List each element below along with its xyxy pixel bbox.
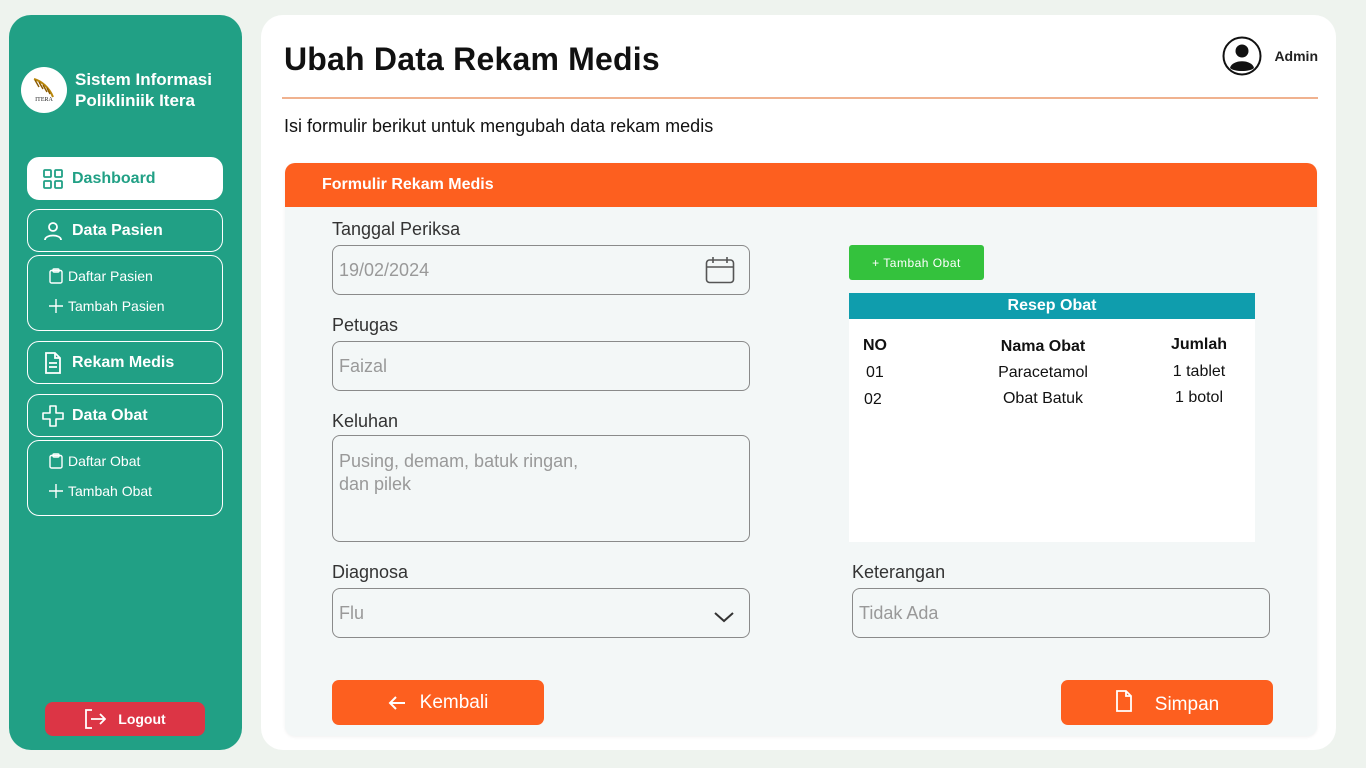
keterangan-value: Tidak Ada [859, 602, 939, 623]
table-row: 02 Obat Batuk 1 botol [849, 389, 1255, 418]
col-nama-obat: Nama Obat [1000, 338, 1086, 355]
user-name: Admin [1274, 48, 1318, 64]
logo-text: ITERA [35, 97, 53, 103]
nav-daftar-obat[interactable]: Daftar Obat [48, 453, 140, 469]
diagnosa-value: Flu [339, 602, 365, 623]
plus-icon [48, 298, 64, 314]
tanggal-value: 19/02/2024 [339, 259, 430, 280]
clipboard-icon [48, 268, 64, 284]
tanggal-label: Tanggal Periksa [332, 219, 461, 239]
keluhan-label: Keluhan [332, 411, 399, 431]
grid-icon [42, 168, 64, 190]
sidebar: ITERA Sistem Informasi Polikliniik Itera… [9, 15, 242, 750]
kembali-button[interactable]: Kembali [332, 680, 544, 725]
logout-icon [84, 709, 107, 729]
petugas-label: Petugas [332, 315, 399, 335]
clipboard-icon [48, 453, 64, 469]
resep-table: Resep Obat NO Nama Obat Jumlah 01 Parace… [849, 293, 1255, 542]
nav-dashboard[interactable]: Dashboard [27, 157, 223, 200]
nav-tambah-pasien[interactable]: Tambah Pasien [48, 298, 165, 314]
avatar-icon [1222, 36, 1262, 76]
brand: ITERA Sistem Informasi Polikliniik Itera [21, 67, 235, 113]
table-row: 01 Paracetamol 1 tablet [849, 363, 1255, 391]
pasien-submenu: Daftar Pasien Tambah Pasien [27, 255, 223, 331]
file-icon [1115, 689, 1133, 712]
diagnosa-select[interactable]: Flu [332, 588, 750, 638]
page-title: Ubah Data Rekam Medis [284, 41, 660, 77]
nav-rekam-medis-label: Rekam Medis [72, 353, 175, 371]
main-panel: Ubah Data Rekam Medis Admin Isi formulir… [261, 15, 1336, 750]
resep-title: Resep Obat [849, 293, 1255, 319]
obat-submenu: Daftar Obat Tambah Obat [27, 440, 223, 516]
form-card: Formulir Rekam Medis Tanggal Periksa 19/… [285, 163, 1317, 736]
brand-title: Sistem Informasi Polikliniik Itera [75, 70, 212, 110]
col-jumlah: Jumlah [1170, 336, 1227, 353]
logout-label: Logout [118, 711, 166, 727]
simpan-label: Simpan [1154, 693, 1220, 715]
tanggal-field[interactable]: 19/02/2024 [332, 245, 750, 295]
arrow-left-icon [388, 695, 406, 711]
table-header-row: NO Nama Obat Jumlah [849, 336, 1255, 364]
header-divider [282, 97, 1318, 99]
nav-tambah-obat[interactable]: Tambah Obat [48, 483, 152, 499]
cell-nama: Paracetamol [998, 364, 1088, 381]
cell-jumlah: 1 tablet [1172, 363, 1226, 380]
nav-daftar-obat-label: Daftar Obat [68, 453, 141, 469]
nav-data-pasien[interactable]: Data Pasien [27, 209, 223, 252]
logout-button[interactable]: Logout [45, 702, 205, 736]
kembali-label: Kembali [419, 691, 489, 713]
col-no: NO [863, 337, 887, 354]
document-icon [42, 351, 64, 374]
nav-daftar-pasien[interactable]: Daftar Pasien [48, 268, 153, 284]
keterangan-field[interactable]: Tidak Ada [852, 588, 1270, 638]
form-header: Formulir Rekam Medis [285, 163, 1317, 207]
medical-cross-icon [42, 404, 64, 427]
nav-rekam-medis[interactable]: Rekam Medis [27, 341, 223, 384]
cell-no: 01 [866, 364, 884, 381]
petugas-value: Faizal [339, 355, 388, 376]
nav-data-obat[interactable]: Data Obat [27, 394, 223, 437]
resep-body: NO Nama Obat Jumlah 01 Paracetamol 1 tab… [849, 336, 1255, 418]
feather-icon [33, 78, 54, 98]
keluhan-textarea[interactable]: Pusing, demam, batuk ringan, dan pilek [332, 435, 750, 542]
nav-daftar-pasien-label: Daftar Pasien [68, 268, 153, 284]
user-menu[interactable]: Admin [1222, 36, 1318, 76]
keterangan-label: Keterangan [852, 562, 946, 582]
plus-icon [48, 483, 64, 499]
nav-data-pasien-label: Data Pasien [72, 221, 163, 239]
page-subtitle: Isi formulir berikut untuk mengubah data… [284, 116, 714, 136]
nav-tambah-pasien-label: Tambah Pasien [68, 298, 165, 314]
nav-tambah-obat-label: Tambah Obat [68, 483, 153, 499]
calendar-icon[interactable] [705, 256, 735, 284]
user-icon [42, 220, 64, 242]
nav-dashboard-label: Dashboard [72, 169, 156, 187]
add-obat-button[interactable]: + Tambah Obat [849, 245, 984, 280]
keluhan-value: Pusing, demam, batuk ringan, dan pilek [339, 451, 579, 494]
cell-no: 02 [864, 391, 882, 408]
cell-jumlah: 1 botol [1174, 389, 1224, 406]
cell-nama: Obat Batuk [1002, 390, 1084, 407]
nav-data-obat-label: Data Obat [72, 406, 148, 424]
diagnosa-label: Diagnosa [332, 562, 409, 582]
petugas-field[interactable]: Faizal [332, 341, 750, 391]
chevron-down-icon [713, 611, 735, 623]
simpan-button[interactable]: Simpan [1061, 680, 1273, 725]
itera-logo: ITERA [21, 67, 67, 113]
